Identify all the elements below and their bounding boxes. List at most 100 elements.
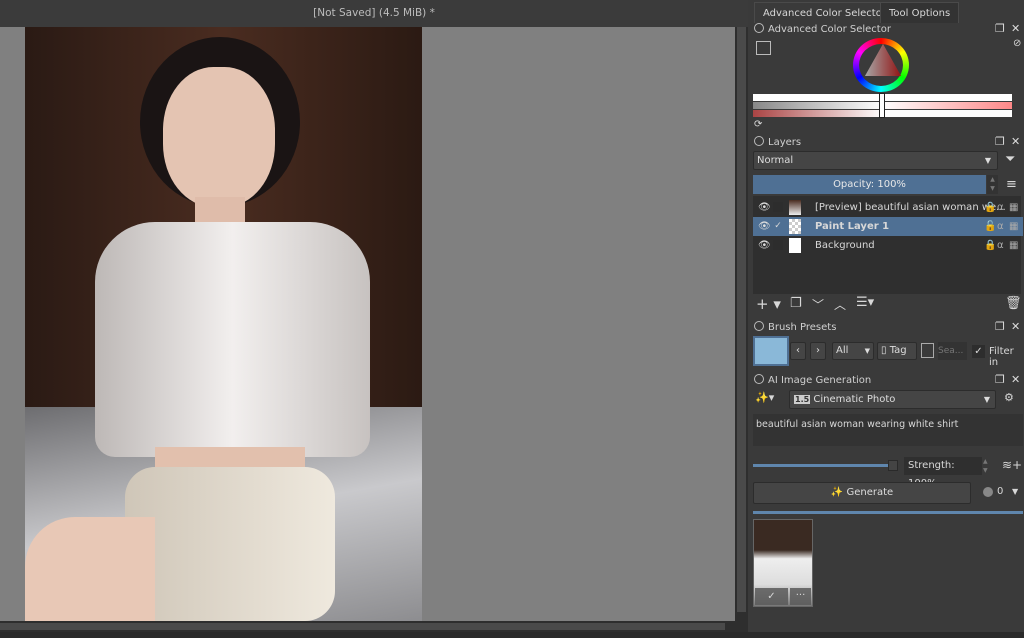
tab-label: Tool Options: [889, 8, 951, 19]
close-docker-icon[interactable]: ✕: [1011, 22, 1020, 35]
layer-thumbnail: [789, 200, 801, 215]
docker-title-layers: Layers: [754, 135, 801, 151]
layer-name: Background: [815, 240, 875, 251]
filter-in-label: Filter in: [989, 346, 1014, 368]
filter-in-checkbox[interactable]: ✓: [972, 345, 985, 358]
settings-list-icon[interactable]: [756, 41, 771, 55]
preset-filter-select[interactable]: All ▼: [832, 342, 874, 360]
layer-row[interactable]: 👁 [Preview] beautiful asian woman we... …: [753, 198, 1023, 217]
layer-name: [Preview] beautiful asian woman we...: [815, 202, 1006, 213]
previous-preset-button[interactable]: ‹: [790, 342, 806, 360]
apply-result-button[interactable]: ✓: [755, 588, 788, 605]
docker-title-brush-presets: Brush Presets: [754, 320, 836, 336]
layer-checkbox[interactable]: [773, 202, 783, 212]
delete-layer-icon[interactable]: 🗑: [1005, 296, 1022, 311]
lock-icon[interactable]: [754, 321, 764, 331]
opacity-spinner[interactable]: ▲ ▼: [987, 175, 998, 194]
tag-button[interactable]: ▯ Tag: [877, 342, 917, 360]
layer-properties-icon[interactable]: ☰▾: [856, 295, 874, 310]
close-docker-icon[interactable]: ✕: [1011, 320, 1020, 333]
docker-title-ai-generation: AI Image Generation: [754, 373, 871, 389]
canvas-image: [25, 27, 422, 621]
style-select[interactable]: 1.5 Cinematic Photo ▼: [789, 390, 996, 409]
lock-icon[interactable]: 🔒: [984, 198, 996, 217]
visibility-eye-icon[interactable]: 👁: [758, 198, 771, 217]
move-layer-down-icon[interactable]: ﹀: [812, 296, 824, 313]
alpha-icon[interactable]: α: [997, 217, 1004, 236]
inherit-alpha-icon[interactable]: ▦: [1009, 217, 1018, 236]
document-title: [Not Saved] (4.5 MiB) *: [313, 7, 435, 19]
move-layer-up-icon[interactable]: ︿: [834, 296, 846, 313]
vertical-scrollbar-thumb[interactable]: [737, 27, 746, 612]
strength-input[interactable]: Strength: 100%: [904, 457, 982, 489]
float-docker-icon[interactable]: ❐: [995, 22, 1005, 35]
add-layer-stack-icon[interactable]: ≋+: [1002, 458, 1022, 472]
prompt-text: beautiful asian woman wearing white shir…: [756, 419, 959, 430]
lock-icon[interactable]: [754, 23, 764, 33]
inherit-alpha-icon[interactable]: ▦: [1009, 236, 1018, 255]
status-bar: [0, 632, 1024, 638]
layer-row[interactable]: 👁 Background 🔒 α ▦: [753, 236, 1023, 255]
layer-menu-icon[interactable]: ≡: [1006, 177, 1017, 192]
prompt-textarea[interactable]: beautiful asian woman wearing white shir…: [753, 414, 1023, 446]
inherit-alpha-icon[interactable]: ▦: [1009, 198, 1018, 217]
layer-thumbnail: [789, 219, 801, 234]
settings-gear-icon[interactable]: ⚙: [1004, 391, 1014, 404]
generate-label: Generate: [846, 487, 894, 498]
visibility-eye-icon[interactable]: 👁: [758, 236, 771, 255]
refresh-icon[interactable]: ⟳: [754, 119, 762, 130]
close-docker-icon[interactable]: ✕: [1011, 135, 1020, 148]
opacity-value: Opacity: 100%: [833, 179, 906, 190]
layer-checkbox[interactable]: [773, 240, 783, 250]
docker-title: AI Image Generation: [768, 375, 872, 386]
float-docker-icon[interactable]: ❐: [995, 373, 1005, 386]
lock-icon[interactable]: 🔒: [984, 236, 996, 255]
strength-slider[interactable]: [753, 464, 893, 467]
tag-label: Tag: [889, 345, 907, 356]
layer-checkbox[interactable]: ✓: [773, 221, 783, 231]
float-docker-icon[interactable]: ❐: [995, 135, 1005, 148]
canvas[interactable]: [0, 27, 735, 621]
strength-spinner[interactable]: ▲ ▼: [983, 457, 993, 475]
queue-count: 0: [997, 486, 1004, 497]
next-preset-button[interactable]: ›: [810, 342, 826, 360]
horizontal-scrollbar-thumb[interactable]: [0, 623, 725, 630]
docker-title-color-selector: Advanced Color Selector: [754, 22, 891, 38]
layer-row-selected[interactable]: 👁 ✓ Paint Layer 1 🔓 α ▦: [753, 217, 1023, 236]
tab-tool-options[interactable]: Tool Options: [880, 2, 960, 23]
close-docker-icon[interactable]: ✕: [1011, 373, 1020, 386]
opacity-slider[interactable]: Opacity: 100%: [753, 175, 986, 194]
visibility-eye-icon[interactable]: 👁: [758, 217, 771, 236]
float-docker-icon[interactable]: ❐: [995, 320, 1005, 333]
alpha-icon[interactable]: α: [997, 198, 1004, 217]
docker-title: Brush Presets: [768, 322, 837, 333]
alpha-icon[interactable]: α: [997, 236, 1004, 255]
docker-title: Advanced Color Selector: [768, 24, 891, 35]
document-title-bar: [Not Saved] (4.5 MiB) *: [0, 0, 748, 27]
workspace-magic-wand-icon[interactable]: ✨▾: [755, 391, 774, 404]
import-tag-icon[interactable]: [921, 343, 934, 358]
blend-mode-select[interactable]: Normal ▼: [753, 151, 998, 170]
progress-bar: [753, 511, 1023, 514]
duplicate-layer-icon[interactable]: ❐: [790, 296, 802, 311]
more-options-button[interactable]: ···: [790, 588, 811, 605]
saturation-triangle[interactable]: [863, 42, 903, 78]
lock-icon[interactable]: [754, 374, 764, 384]
tab-label: Advanced Color Selector: [763, 8, 886, 19]
tab-advanced-color-selector[interactable]: Advanced Color Selector: [754, 2, 895, 23]
filter-icon[interactable]: ⏷: [1005, 152, 1015, 167]
lock-icon[interactable]: [754, 136, 764, 146]
unlock-icon[interactable]: 🔓: [984, 217, 996, 236]
reset-icon[interactable]: ⊘: [1013, 38, 1021, 49]
current-brush-preset[interactable]: [753, 336, 789, 366]
blend-mode-value: Normal: [757, 155, 794, 166]
add-layer-button[interactable]: + ▾: [756, 295, 781, 313]
docker-title: Layers: [768, 137, 802, 148]
preset-search-input[interactable]: [938, 342, 967, 360]
generate-button[interactable]: ✨ Generate: [753, 482, 971, 504]
strength-slider-handle[interactable]: [888, 460, 898, 471]
queue-dropdown-icon[interactable]: ▼: [1012, 487, 1018, 496]
style-value: Cinematic Photo: [813, 394, 896, 405]
preset-filter-value: All: [836, 345, 849, 356]
color-slider-handle[interactable]: [879, 93, 885, 118]
